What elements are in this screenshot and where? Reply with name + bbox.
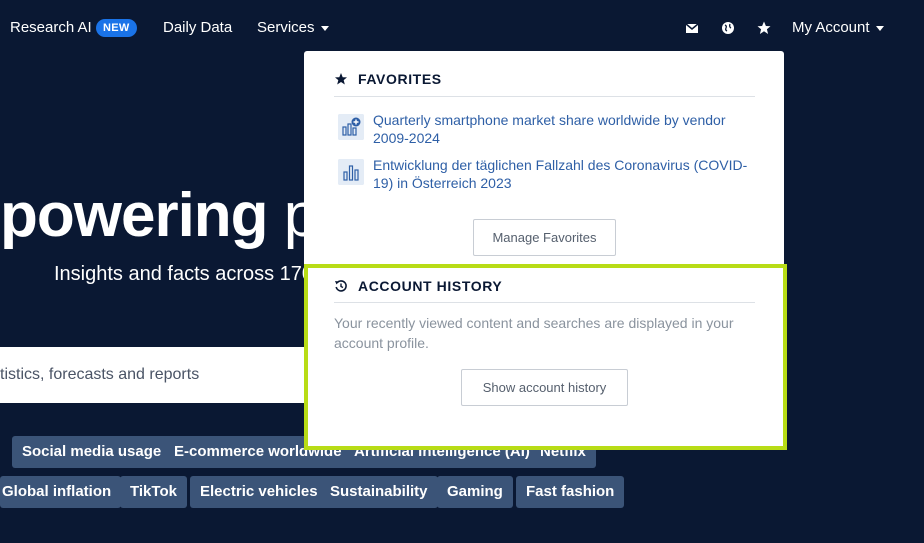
hero-title-bold: powering [0,181,269,250]
star-icon [335,73,347,85]
favorite-item-label: Entwicklung der täglichen Fallzahl des C… [373,157,748,191]
star-icon[interactable] [756,20,772,36]
history-icon [335,280,347,292]
account-history-title: ACCOUNT HISTORY [358,278,503,294]
chip-tiktok[interactable]: TikTok [120,476,187,508]
chip-gaming[interactable]: Gaming [437,476,513,508]
top-nav: Research AI NEW Daily Data Services My A… [0,0,924,58]
favorite-item[interactable]: Entwicklung der täglichen Fallzahl des C… [338,156,758,192]
chart-plus-icon [338,114,364,140]
favorites-title: FAVORITES [358,71,442,87]
nav-my-account-label: My Account [792,19,870,36]
account-dropdown: FAVORITES Quarterly smartphone market sh… [304,51,784,449]
nav-services-label: Services [257,19,315,36]
search-input[interactable] [0,347,340,403]
chevron-down-icon [320,25,329,31]
new-badge: NEW [96,19,137,37]
bar-chart-icon [338,159,364,185]
favorite-item-label: Quarterly smartphone market share worldw… [373,112,726,146]
search-box [0,347,340,403]
chevron-down-icon [875,25,884,31]
chip-electric-vehicles[interactable]: Electric vehicles [190,476,328,508]
nav-daily-data[interactable]: Daily Data [163,19,232,36]
manage-favorites-button[interactable]: Manage Favorites [473,219,616,256]
nav-research-ai[interactable]: Research AI [10,19,92,36]
hero-subtitle: Insights and facts across 170 i [54,263,324,285]
account-history-description: Your recently viewed content and searche… [334,315,734,351]
hero-title: powering p [0,180,318,251]
divider [334,302,755,303]
divider [334,96,755,97]
globe-icon[interactable] [720,20,736,36]
favorite-item[interactable]: Quarterly smartphone market share worldw… [338,111,758,147]
chip-social-media-usage[interactable]: Social media usage [12,436,172,468]
chip-sustainability[interactable]: Sustainability [320,476,438,508]
nav-services[interactable]: Services [257,19,329,36]
chip-fast-fashion[interactable]: Fast fashion [516,476,625,508]
account-history-heading: ACCOUNT HISTORY [334,278,502,294]
show-account-history-button[interactable]: Show account history [461,369,628,406]
favorites-heading: FAVORITES [334,71,442,87]
nav-my-account[interactable]: My Account [792,19,884,36]
chip-global-inflation[interactable]: Global inflation [0,476,122,508]
mail-icon[interactable] [684,20,700,36]
